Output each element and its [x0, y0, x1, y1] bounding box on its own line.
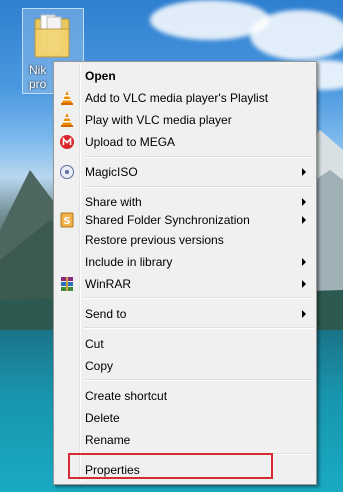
menu-item-label: Create shortcut	[85, 389, 168, 403]
mega-icon	[60, 135, 74, 149]
menu-item-include-in-library[interactable]: Include in library	[56, 251, 314, 273]
submenu-arrow-icon	[302, 310, 306, 318]
vlc-cone-icon	[61, 91, 73, 105]
menu-item-play-with-vlc[interactable]: Play with VLC media player	[56, 109, 314, 131]
winrar-icon	[61, 277, 73, 291]
menu-item-label: Add to VLC media player's Playlist	[85, 91, 269, 105]
folder-icon	[34, 14, 70, 58]
menu-item-magiciso[interactable]: MagicISO	[56, 161, 314, 183]
menu-separator	[84, 297, 314, 299]
desktop-wallpaper: Nik pro Open Add to VLC media player's P…	[0, 0, 343, 492]
magiciso-icon	[60, 165, 74, 179]
menu-item-shared-folder-sync[interactable]: S Shared Folder Synchronization	[56, 209, 314, 231]
menu-item-delete[interactable]: Delete	[56, 407, 314, 429]
sync-icon: S	[60, 212, 74, 228]
menu-item-label: Rename	[85, 433, 131, 447]
menu-item-open[interactable]: Open	[56, 65, 314, 87]
menu-separator	[84, 327, 314, 329]
menu-item-label: WinRAR	[85, 277, 132, 291]
menu-item-send-to[interactable]: Send to	[56, 303, 314, 325]
folder-name-line1: Nik	[29, 63, 47, 77]
menu-item-label: Shared Folder Synchronization	[85, 213, 250, 227]
folder-name-line2: pro	[29, 77, 47, 91]
menu-item-cut[interactable]: Cut	[56, 333, 314, 355]
menu-item-add-to-vlc-playlist[interactable]: Add to VLC media player's Playlist	[56, 87, 314, 109]
cloud-shape	[250, 10, 343, 60]
submenu-arrow-icon	[302, 216, 306, 224]
menu-item-label: Open	[85, 69, 116, 83]
menu-item-restore-previous-versions[interactable]: Restore previous versions	[56, 229, 314, 251]
menu-separator	[84, 379, 314, 381]
menu-item-label: Play with VLC media player	[85, 113, 232, 127]
menu-item-label: Upload to MEGA	[85, 135, 176, 149]
menu-item-label: MagicISO	[85, 165, 138, 179]
submenu-arrow-icon	[302, 198, 306, 206]
menu-item-label: Restore previous versions	[85, 233, 224, 247]
menu-item-label: Cut	[85, 337, 104, 351]
menu-item-label: Include in library	[85, 255, 173, 269]
menu-item-upload-to-mega[interactable]: Upload to MEGA	[56, 131, 314, 153]
menu-item-rename[interactable]: Rename	[56, 429, 314, 451]
context-menu: Open Add to VLC media player's Playlist …	[53, 61, 317, 485]
folder-name-label: Nik pro	[29, 63, 46, 91]
vlc-cone-icon	[61, 113, 73, 127]
menu-item-label: Copy	[85, 359, 114, 373]
menu-separator	[84, 186, 314, 188]
menu-item-create-shortcut[interactable]: Create shortcut	[56, 385, 314, 407]
svg-text:S: S	[63, 216, 70, 227]
properties-highlight-box	[68, 453, 273, 479]
submenu-arrow-icon	[302, 280, 306, 288]
menu-item-copy[interactable]: Copy	[56, 355, 314, 377]
submenu-arrow-icon	[302, 168, 306, 176]
menu-separator	[84, 156, 314, 158]
menu-item-label: Share with	[85, 195, 142, 209]
menu-item-label: Delete	[85, 411, 120, 425]
menu-item-label: Send to	[85, 307, 127, 321]
submenu-arrow-icon	[302, 258, 306, 266]
menu-item-winrar[interactable]: WinRAR	[56, 273, 314, 295]
